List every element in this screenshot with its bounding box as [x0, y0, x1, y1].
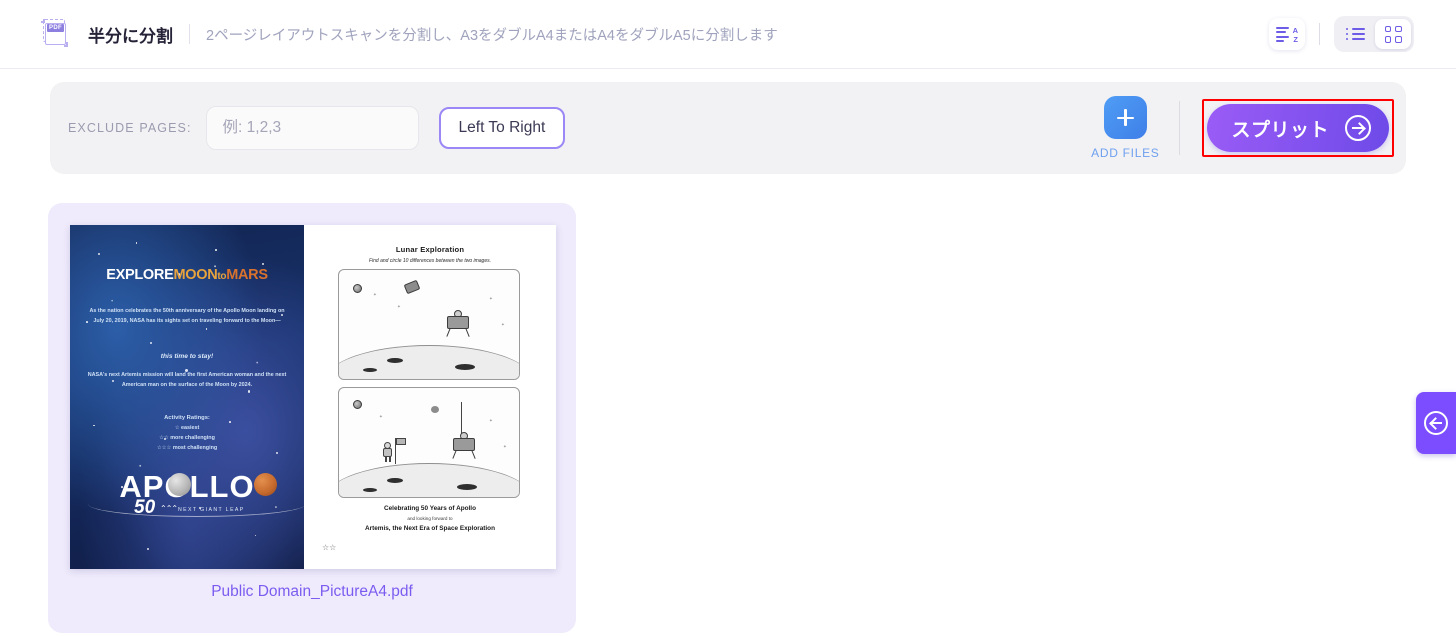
arrow-left-circle-icon [1424, 411, 1448, 435]
page-subtitle: 2ページレイアウトスキャンを分割し、A3をダブルA4またはA4をダブルA5に分割… [206, 27, 778, 44]
activity-ratings: Activity Ratings: ☆ easiest ☆☆ more chal… [84, 413, 290, 453]
sort-button[interactable]: AZ [1269, 18, 1305, 50]
page-title: 半分に分割 [88, 26, 173, 46]
header-divider [189, 24, 190, 44]
activity-rating-item: ☆☆ more challenging [159, 435, 215, 441]
pdf-split-icon: PDF [40, 19, 70, 49]
worksheet-rating: ☆☆ [322, 543, 337, 552]
list-view-option[interactable] [1337, 19, 1373, 49]
header-right-group: AZ [1269, 16, 1456, 52]
moon-globe-icon [168, 473, 191, 496]
file-card[interactable]: EXPLOREMOONtoMARS As the nation celebrat… [48, 203, 576, 633]
exclude-pages-input[interactable] [205, 106, 419, 150]
plus-icon [1103, 96, 1147, 139]
split-button-label: スプリット [1231, 119, 1329, 141]
file-thumbnail: EXPLOREMOONtoMARS As the nation celebrat… [70, 225, 556, 569]
toolbar-actions: ADD FILES スプリット [1091, 96, 1406, 160]
add-files-label: ADD FILES [1091, 146, 1160, 160]
activity-rating-item: ☆☆☆ most challenging [156, 445, 218, 451]
worksheet-title: Lunar Exploration [395, 245, 465, 254]
direction-button[interactable]: Left To Right [438, 107, 566, 149]
grid-view-option[interactable] [1375, 19, 1411, 49]
worksheet-subtitle: Find and circle 10 differences between t… [368, 258, 491, 264]
poster-body-text-2: NASA's next Artemis mission will land th… [87, 372, 287, 388]
poster-emphasis-text: this time to stay! [160, 353, 214, 360]
toolbar-separator [1179, 101, 1181, 155]
apollo-logo-number: 50 [134, 497, 156, 518]
worksheet-footer-3: Artemis, the Next Era of Space Explorati… [365, 525, 495, 532]
header-left-group: PDF 半分に分割 2ページレイアウトスキャンを分割し、A3をダブルA4またはA… [0, 19, 778, 49]
mars-globe-icon [254, 473, 277, 496]
file-name-label[interactable]: Public Domain_PictureA4.pdf [48, 583, 576, 601]
panel-toggle-button[interactable] [1416, 392, 1456, 454]
thumbnail-page-right: Lunar Exploration Find and circle 10 dif… [304, 225, 556, 569]
apollo-logo: APOLLO 50 ⌃⌃⌃ NEXT GIANT LEAP [82, 463, 304, 529]
split-button-wrapper: スプリット [1202, 99, 1394, 157]
exclude-pages-label: EXCLUDE PAGES: [68, 121, 192, 135]
split-button[interactable]: スプリット [1207, 104, 1389, 152]
options-toolbar: EXCLUDE PAGES: Left To Right ADD FILES ス… [50, 82, 1406, 174]
poster-body-text: As the nation celebrates the 50th annive… [89, 308, 285, 324]
apollo-logo-tagline: NEXT GIANT LEAP [178, 507, 245, 513]
arrow-right-circle-icon [1345, 115, 1371, 141]
chevrons-icon: ⌃⌃⌃ [160, 504, 178, 513]
view-mode-toggle [1334, 16, 1414, 52]
header-toolbar-separator [1319, 23, 1320, 45]
worksheet-footer-1: Celebrating 50 Years of Apollo [384, 505, 476, 512]
list-view-icon [1345, 27, 1365, 41]
grid-view-icon [1384, 25, 1402, 43]
activity-rating-item: ☆ easiest [174, 425, 200, 431]
sort-alpha-asc-icon: AZ [1276, 26, 1298, 43]
activity-ratings-header: Activity Ratings: [164, 415, 210, 421]
worksheet-footer-2: and looking forward to [407, 516, 453, 521]
poster-title: EXPLOREMOONtoMARS [106, 267, 268, 283]
add-files-button[interactable]: ADD FILES [1091, 96, 1159, 160]
worksheet-image-top: ✦ ✦ ✦ ✦ [338, 269, 520, 380]
worksheet-image-bottom: ✦ ✦ ✦ [338, 387, 520, 498]
app-header: PDF 半分に分割 2ページレイアウトスキャンを分割し、A3をダブルA4またはA… [0, 0, 1456, 69]
thumbnail-page-left: EXPLOREMOONtoMARS As the nation celebrat… [70, 225, 304, 569]
